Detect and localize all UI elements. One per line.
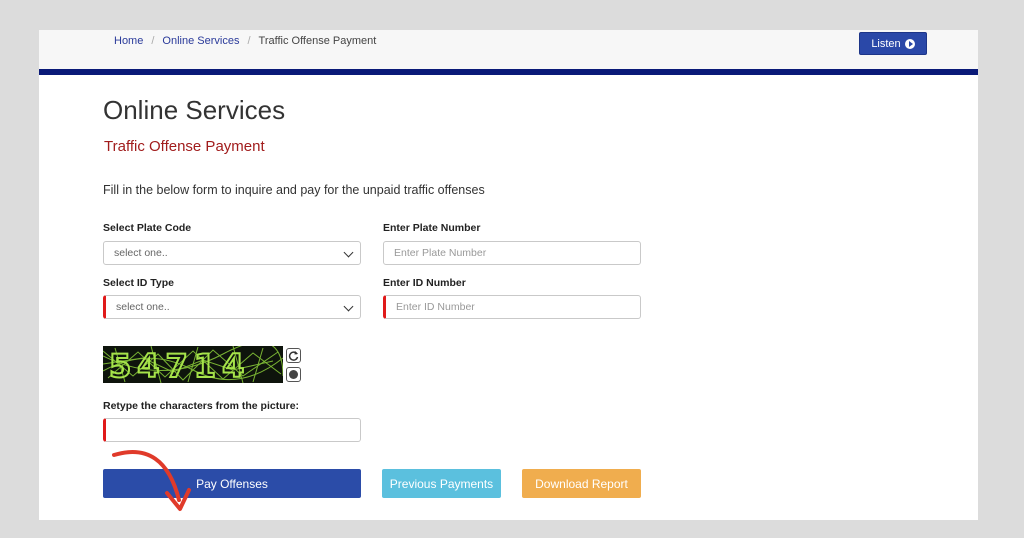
previous-payments-button[interactable]: Previous Payments [382,469,501,498]
captcha-label: Retype the characters from the picture: [103,400,300,412]
audio-icon [289,370,298,379]
id-type-label: Select ID Type [103,277,174,289]
download-report-button[interactable]: Download Report [522,469,641,498]
id-type-select[interactable]: select one.. [103,295,361,319]
sub-title: Traffic Offense Payment [104,138,265,155]
breadcrumb: Home / Online Services / Traffic Offense… [114,35,376,47]
plate-number-label: Enter Plate Number [383,222,481,234]
breadcrumb-online-services[interactable]: Online Services [162,35,239,47]
main-card: Home / Online Services / Traffic Offense… [39,30,978,520]
intro-text: Fill in the below form to inquire and pa… [103,183,485,197]
captcha-image: 54714 [103,346,283,383]
chevron-down-icon [343,247,354,258]
id-type-value: select one.. [116,301,170,313]
chevron-down-icon [343,301,354,312]
captcha-input[interactable] [103,418,361,442]
nav-divider [39,69,978,75]
captcha-noise: 54714 [103,346,283,383]
captcha-audio-button[interactable] [286,367,301,382]
breadcrumb-separator: / [247,35,251,47]
top-bar: Home / Online Services / Traffic Offense… [39,30,978,69]
breadcrumb-home[interactable]: Home [114,35,143,47]
id-number-input[interactable]: Enter ID Number [383,295,641,319]
refresh-icon [288,351,299,361]
plate-code-label: Select Plate Code [103,222,192,234]
plate-number-placeholder: Enter Plate Number [394,247,487,259]
play-circle-icon [904,38,915,49]
listen-label: Listen [871,37,901,50]
plate-number-input[interactable]: Enter Plate Number [383,241,641,265]
curved-arrow-icon [112,450,191,511]
plate-code-value: select one.. [114,247,168,259]
listen-button[interactable]: Listen [859,32,927,55]
captcha-text: 54714 [109,347,250,383]
breadcrumb-current: Traffic Offense Payment [258,35,377,47]
id-number-placeholder: Enter ID Number [396,301,475,313]
plate-code-select[interactable]: select one.. [103,241,361,265]
breadcrumb-separator: / [151,35,155,47]
page-title: Online Services [103,95,286,125]
id-number-label: Enter ID Number [383,277,466,289]
captcha-refresh-button[interactable] [286,348,301,363]
